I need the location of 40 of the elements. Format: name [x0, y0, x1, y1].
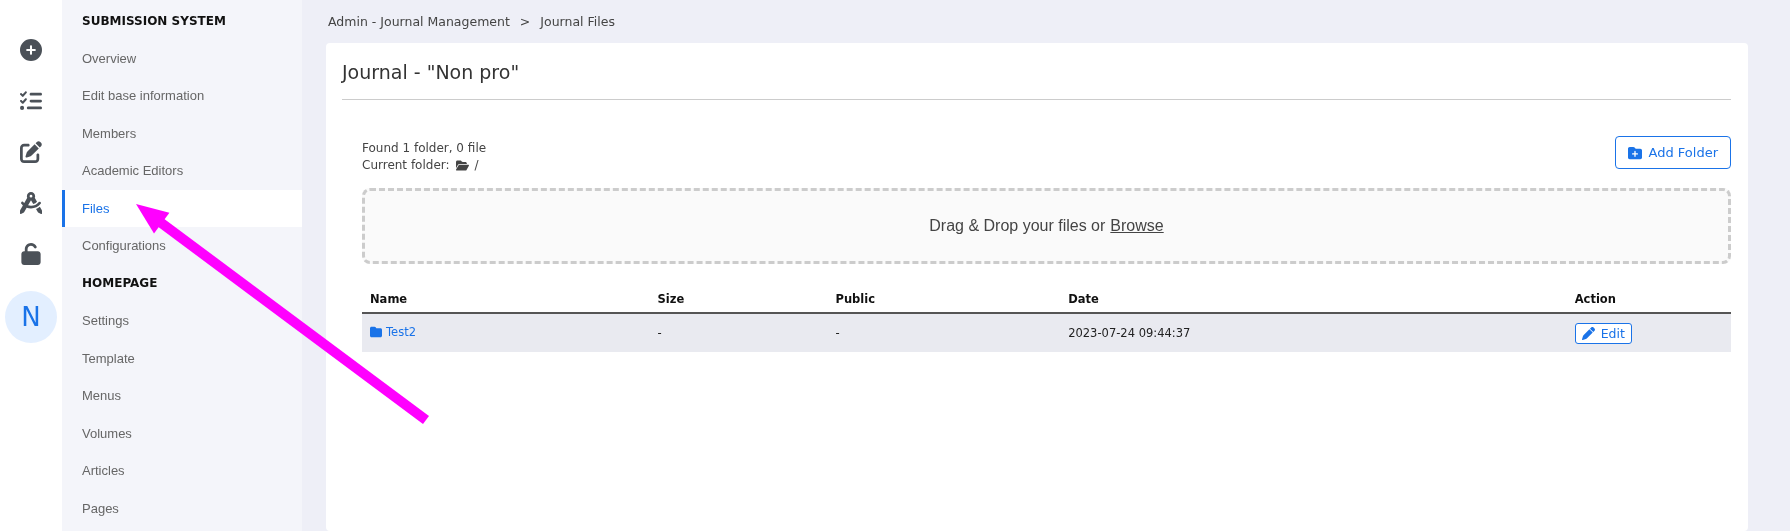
sidebar-item[interactable]: Academic Editors	[62, 152, 302, 190]
sidebar-item[interactable]: Configurations	[62, 227, 302, 265]
table-cell: -	[835, 326, 840, 340]
edit-icon[interactable]	[20, 140, 42, 164]
compass-icon[interactable]	[20, 191, 42, 215]
pencil-icon	[1581, 326, 1595, 340]
breadcrumb-item[interactable]: Admin - Journal Management	[328, 14, 510, 29]
summary-text: Found 1 folder, 0 file	[362, 141, 487, 155]
edit-button[interactable]: Edit	[1574, 322, 1632, 344]
sidebar-item[interactable]: Articles	[62, 452, 302, 490]
sidebar-item[interactable]: Members	[62, 114, 302, 152]
unlock-icon[interactable]	[20, 242, 42, 266]
sidebar-item[interactable]: Overview	[62, 39, 302, 77]
table-cell: 2023-07-24 09:44:37	[1068, 326, 1191, 340]
circle-plus-icon[interactable]	[20, 38, 42, 62]
current-folder-path: /	[474, 158, 479, 172]
section-heading: HOMEPAGE	[81, 275, 159, 293]
dropzone[interactable]: Drag & Drop your files or Browse	[362, 188, 1731, 264]
checklist-icon[interactable]	[20, 89, 42, 113]
breadcrumb-item[interactable]: Journal Files	[540, 14, 615, 29]
section-heading: SUBMISSION SYSTEM	[81, 12, 227, 30]
folder-open-icon	[455, 158, 469, 172]
sidebar-item[interactable]: Template	[62, 339, 302, 377]
folder-icon	[370, 326, 382, 338]
page-title: Journal - "Non pro"	[342, 43, 1731, 100]
sidebar-item[interactable]: Files	[62, 189, 302, 227]
browse-link[interactable]: Browse	[1110, 217, 1164, 235]
current-folder-label: Current folder:	[362, 158, 450, 172]
sidebar-item[interactable]: Volumes	[62, 414, 302, 452]
sidebar-item[interactable]: Menus	[62, 377, 302, 415]
sidebar-item[interactable]: Settings	[62, 302, 302, 340]
dropzone-text: Drag & Drop your files or	[929, 217, 1106, 235]
sidebar-item[interactable]: Edit base information	[62, 77, 302, 115]
add-folder-button[interactable]: Add Folder	[1614, 136, 1731, 169]
breadcrumb-separator: >	[519, 14, 531, 29]
user-avatar[interactable]: N	[5, 291, 57, 343]
folder-plus-icon	[1627, 145, 1642, 160]
sidebar-item[interactable]: Pages	[62, 489, 302, 527]
table-cell: -	[657, 326, 662, 340]
folder-link[interactable]: Test2	[370, 325, 416, 339]
